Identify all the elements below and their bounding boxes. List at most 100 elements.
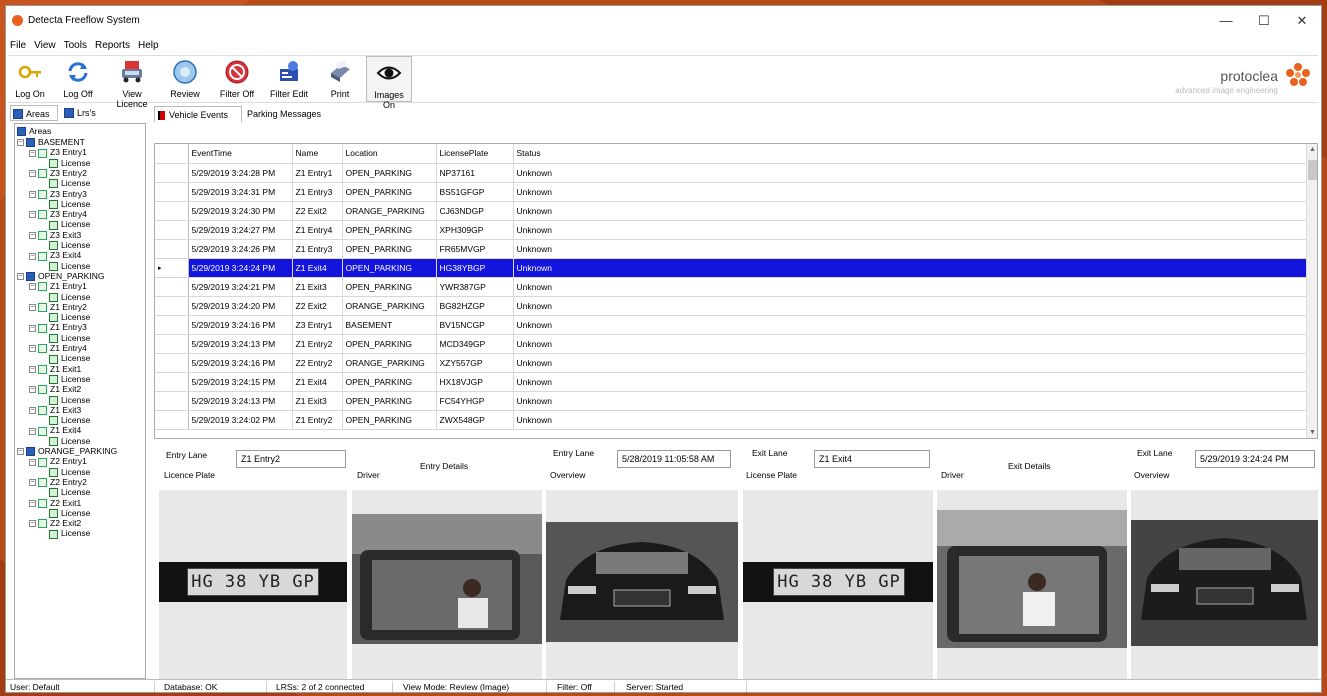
entry-lane-field[interactable]: Z1 Entry2 (236, 450, 346, 468)
cell-status[interactable]: Unknown (513, 277, 1307, 297)
collapse-toggle-icon[interactable]: − (29, 211, 36, 219)
cell-name[interactable]: Z2 Exit2 (292, 201, 343, 221)
cell-name[interactable]: Z3 Entry1 (292, 315, 343, 335)
grid-vertical-scrollbar[interactable]: ▲ ▼ (1306, 144, 1317, 438)
collapse-toggle-icon[interactable]: − (29, 499, 36, 507)
tree-lane-z2-entry1[interactable]: − Z2 Entry1 (29, 456, 87, 467)
tree-lane-z3-entry3[interactable]: − Z3 Entry3 (29, 189, 87, 199)
vehicle-events-grid[interactable]: EventTime Name Location LicensePlate Sta… (154, 143, 1318, 439)
filter-edit-button[interactable]: Filter Edit (266, 56, 312, 102)
tree-lane-z1-entry2[interactable]: − Z1 Entry2 (29, 302, 87, 313)
cell-location[interactable]: OPEN_PARKING (342, 182, 437, 202)
scroll-down-icon[interactable]: ▼ (1307, 429, 1317, 436)
collapse-toggle-icon[interactable]: − (29, 252, 36, 260)
cell-eventtime[interactable]: 5/29/2019 3:24:28 PM (188, 163, 293, 183)
cell-name[interactable]: Z1 Exit4 (292, 258, 343, 278)
cell-location[interactable]: BASEMENT (342, 315, 437, 335)
cell-licenseplate[interactable]: MCD349GP (436, 334, 514, 354)
cell-licenseplate[interactable]: NP37161 (436, 163, 514, 183)
tree-lane-z2-entry2[interactable]: − Z2 Entry2 (29, 477, 87, 488)
cell-name[interactable]: Z1 Exit3 (292, 391, 343, 411)
collapse-toggle-icon[interactable]: − (29, 386, 36, 394)
menu-view[interactable]: View (30, 38, 60, 54)
row-header[interactable] (155, 353, 189, 373)
collapse-toggle-icon[interactable]: − (17, 448, 24, 456)
cell-status[interactable]: Unknown (513, 315, 1307, 335)
collapse-toggle-icon[interactable]: − (17, 273, 24, 281)
current-row-indicator[interactable]: ▸ (155, 258, 189, 278)
tree-lane-z1-entry1[interactable]: − Z1 Entry1 (29, 281, 87, 292)
table-row[interactable]: 5/29/2019 3:24:20 PM Z2 Exit2 ORANGE_PARKI… (155, 296, 1307, 316)
cell-status[interactable]: Unknown (513, 182, 1307, 202)
table-row[interactable]: 5/29/2019 3:24:27 PM Z1 Entry4 OPEN_PARKIN… (155, 220, 1307, 240)
cell-name[interactable]: Z2 Exit2 (292, 296, 343, 316)
collapse-toggle-icon[interactable]: − (29, 304, 36, 312)
tree-lane-z3-exit3[interactable]: − Z3 Exit3 (29, 230, 81, 240)
view-licence-button[interactable]: View Licence (106, 56, 158, 109)
cell-status[interactable]: Unknown (513, 391, 1307, 411)
row-header[interactable] (155, 201, 189, 221)
cell-location[interactable]: OPEN_PARKING (342, 258, 437, 278)
row-header[interactable] (155, 315, 189, 335)
collapse-toggle-icon[interactable]: − (29, 520, 36, 528)
table-row[interactable]: 5/29/2019 3:24:21 PM Z1 Exit3 OPEN_PARKING… (155, 277, 1307, 297)
tree-license-node[interactable]: License (49, 374, 90, 385)
menu-tools[interactable]: Tools (60, 38, 91, 54)
tab-vehicle-events[interactable]: Vehicle Events (154, 106, 242, 122)
cell-status[interactable]: Unknown (513, 296, 1307, 316)
tree-license-node[interactable]: License (49, 178, 90, 189)
tree-lane-z1-exit1[interactable]: − Z1 Exit1 (29, 364, 81, 374)
cell-licenseplate[interactable]: HG38YBGP (436, 258, 514, 278)
tree-lane-z2-exit1[interactable]: − Z2 Exit1 (29, 498, 81, 508)
table-row[interactable]: 5/29/2019 3:24:16 PM Z3 Entry1 BASEMENT BV1… (155, 315, 1307, 335)
tree-area-basement[interactable]: − BASEMENT (17, 137, 85, 148)
menu-help[interactable]: Help (134, 38, 163, 54)
close-button[interactable]: ✕ (1284, 10, 1320, 32)
row-header[interactable] (155, 334, 189, 354)
tree-lane-z3-entry1[interactable]: − Z3 Entry1 (29, 147, 87, 158)
exit-time-field[interactable]: 5/29/2019 3:24:24 PM (1195, 450, 1315, 468)
tree-license-node[interactable]: License (49, 528, 90, 539)
collapse-toggle-icon[interactable]: − (29, 190, 36, 198)
cell-status[interactable]: Unknown (513, 220, 1307, 240)
cell-name[interactable]: Z1 Exit4 (292, 372, 343, 392)
log-on-button[interactable]: Log On (10, 56, 50, 102)
table-row[interactable]: 5/29/2019 3:24:02 PM Z1 Entry2 OPEN_PARKIN… (155, 410, 1307, 430)
cell-licenseplate[interactable]: XPH309GP (436, 220, 514, 240)
tree-lane-z1-exit2[interactable]: − Z1 Exit2 (29, 384, 81, 395)
maximize-button[interactable]: ☐ (1246, 10, 1282, 32)
exit-lane-field[interactable]: Z1 Exit4 (814, 450, 930, 468)
collapse-toggle-icon[interactable]: − (17, 139, 24, 147)
tree-license-node[interactable]: License (49, 240, 90, 251)
cell-licenseplate[interactable]: BG82HZGP (436, 296, 514, 316)
images-on-button[interactable]: Images On (366, 56, 412, 110)
scrollbar-thumb[interactable] (1308, 160, 1317, 180)
table-row[interactable]: 5/29/2019 3:24:13 PM Z1 Exit3 OPEN_PARKING… (155, 391, 1307, 411)
tree-lane-z3-entry4[interactable]: − Z3 Entry4 (29, 209, 87, 220)
cell-location[interactable]: ORANGE_PARKING (342, 201, 437, 221)
column-header-location[interactable]: Location (342, 144, 437, 164)
cell-eventtime[interactable]: 5/29/2019 3:24:13 PM (188, 334, 293, 354)
tree-lane-z1-entry4[interactable]: − Z1 Entry4 (29, 343, 87, 354)
menu-reports[interactable]: Reports (91, 38, 134, 54)
tree-area-orange-parking[interactable]: − ORANGE_PARKING (17, 446, 117, 457)
table-row[interactable]: 5/29/2019 3:24:15 PM Z1 Exit4 OPEN_PARKING… (155, 372, 1307, 392)
collapse-toggle-icon[interactable]: − (29, 231, 36, 239)
entry-time-field[interactable]: 5/28/2019 11:05:58 AM (617, 450, 731, 468)
row-header[interactable] (155, 220, 189, 240)
tree-license-node[interactable]: License (49, 436, 90, 446)
tree-license-node[interactable]: License (49, 312, 90, 323)
tree-license-node[interactable]: License (49, 353, 90, 364)
cell-licenseplate[interactable]: FC54YHGP (436, 391, 514, 411)
cell-name[interactable]: Z1 Entry4 (292, 220, 343, 240)
row-header[interactable] (155, 182, 189, 202)
column-header-licenseplate[interactable]: LicensePlate (436, 144, 514, 164)
cell-licenseplate[interactable]: FR65MVGP (436, 239, 514, 259)
cell-eventtime[interactable]: 5/29/2019 3:24:16 PM (188, 353, 293, 373)
row-header[interactable] (155, 410, 189, 430)
filter-off-button[interactable]: Filter Off (214, 56, 260, 102)
tree-lane-z1-exit4[interactable]: − Z1 Exit4 (29, 425, 81, 436)
table-row[interactable]: ▸ 5/29/2019 3:24:24 PM Z1 Exit4 OPEN_PARKIN… (155, 258, 1307, 278)
cell-name[interactable]: Z2 Entry2 (292, 353, 343, 373)
tree-license-node[interactable]: License (49, 199, 90, 210)
